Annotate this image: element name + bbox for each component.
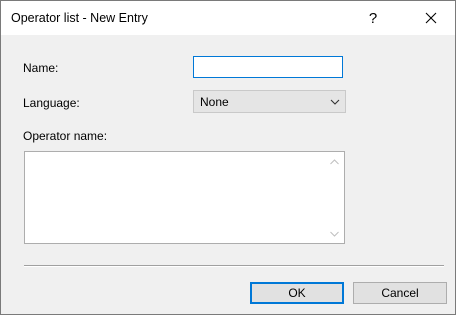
language-label: Language: [23,96,80,110]
operator-name-textarea[interactable] [24,151,345,244]
operator-name-label: Operator name: [23,129,108,143]
scroll-down-button[interactable] [326,225,343,242]
chevron-down-icon [330,99,340,105]
title-bar: Operator list - New Entry ? [1,1,455,35]
name-label: Name: [23,61,59,75]
window-title: Operator list - New Entry [11,11,148,25]
separator [24,265,444,267]
cancel-button[interactable]: Cancel [353,282,447,304]
close-icon [425,12,437,24]
language-select-value: None [200,95,229,109]
help-icon: ? [368,9,378,27]
chevron-down-icon [330,231,339,237]
chevron-up-icon [330,158,339,164]
dialog-window: Operator list - New Entry ? Name: Langua… [0,0,456,315]
name-input[interactable] [193,56,343,78]
textarea-scrollbar[interactable] [326,153,343,242]
language-select[interactable]: None [193,90,346,113]
ok-button[interactable]: OK [250,282,344,304]
close-button[interactable] [411,1,451,35]
scroll-up-button[interactable] [326,153,343,170]
help-button[interactable]: ? [353,1,393,35]
